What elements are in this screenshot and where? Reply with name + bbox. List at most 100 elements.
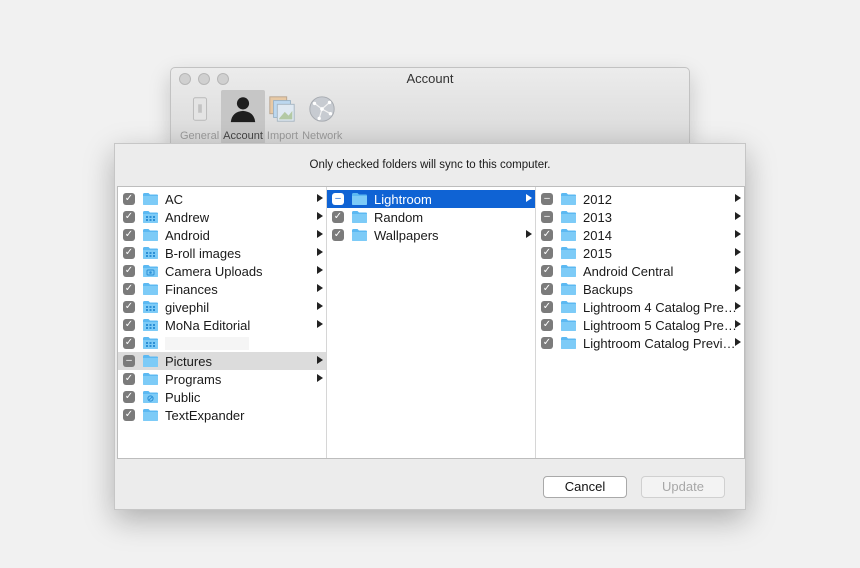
folder-icon — [561, 337, 576, 349]
folder-row[interactable]: ✓ AC — [118, 190, 326, 208]
folder-row[interactable]: ✓ Andrew — [118, 208, 326, 226]
mixed-checkbox[interactable]: – — [123, 355, 135, 367]
preferences-window: Account General Account Import Network — [170, 67, 690, 147]
sync-message: Only checked folders will sync to this c… — [309, 159, 551, 171]
folder-label: B-roll images — [165, 245, 241, 261]
disclosure-arrow-icon — [317, 356, 323, 364]
folder-icon — [561, 193, 576, 205]
folder-row[interactable]: ✓ Android — [118, 226, 326, 244]
folder-row[interactable]: ✓ Lightroom Catalog Previ… — [536, 334, 744, 352]
checkbox[interactable]: ✓ — [541, 229, 553, 241]
toolbar-item-general[interactable]: General — [178, 90, 221, 144]
checkbox[interactable]: ✓ — [123, 301, 135, 313]
checkbox[interactable]: ✓ — [123, 265, 135, 277]
folder-row[interactable]: ✓ Lightroom 5 Catalog Pre… — [536, 316, 744, 334]
checkbox[interactable]: ✓ — [123, 391, 135, 403]
folder-row[interactable]: ✓ Wallpapers — [327, 226, 535, 244]
folder-column-3[interactable]: – 2012 – 2013 ✓ 2014 ✓ 2015 ✓ Android Central ✓ Bac… — [536, 187, 744, 458]
disclosure-arrow-icon — [526, 230, 532, 238]
folder-row[interactable]: ✓ TextExpander — [118, 406, 326, 424]
folder-row[interactable]: ✓ 2015 — [536, 244, 744, 262]
folder-label: 2013 — [583, 209, 612, 225]
checkbox[interactable]: ✓ — [123, 229, 135, 241]
toolbar-item-account[interactable]: Account — [221, 90, 265, 144]
folder-row[interactable]: ✓ 2014 — [536, 226, 744, 244]
disclosure-arrow-icon — [317, 320, 323, 328]
folder-icon — [143, 283, 158, 295]
folder-label: 2012 — [583, 191, 612, 207]
folder-icon — [352, 229, 367, 241]
folder-icon — [561, 265, 576, 277]
folder-row[interactable]: – 2012 — [536, 190, 744, 208]
mixed-checkbox[interactable]: – — [541, 211, 553, 223]
cancel-button[interactable]: Cancel — [543, 476, 627, 498]
disclosure-arrow-icon — [735, 320, 741, 328]
update-button[interactable]: Update — [641, 476, 725, 498]
folder-icon — [143, 409, 158, 421]
checkbox[interactable]: ✓ — [123, 373, 135, 385]
folder-label: Finances — [165, 281, 218, 297]
folder-icon — [561, 301, 576, 313]
folder-column-2[interactable]: – Lightroom ✓ Random ✓ Wallpapers — [327, 187, 536, 458]
folder-row[interactable]: – Lightroom — [327, 190, 535, 208]
folder-row[interactable]: ✓ Programs — [118, 370, 326, 388]
folder-label: Lightroom 4 Catalog Pre… — [583, 299, 737, 315]
folder-row[interactable]: ✓ Android Central — [536, 262, 744, 280]
checkbox[interactable]: ✓ — [541, 265, 553, 277]
mixed-checkbox[interactable]: – — [541, 193, 553, 205]
folder-row[interactable]: ✓ givephil — [118, 298, 326, 316]
folder-row[interactable]: – 2013 — [536, 208, 744, 226]
folder-row[interactable]: ✓ — [118, 334, 326, 352]
mixed-checkbox[interactable]: – — [332, 193, 344, 205]
checkbox[interactable]: ✓ — [541, 247, 553, 259]
checkbox[interactable]: ✓ — [123, 283, 135, 295]
folder-row[interactable]: ✓ Random — [327, 208, 535, 226]
disclosure-arrow-icon — [317, 194, 323, 202]
checkbox[interactable]: ✓ — [123, 211, 135, 223]
checkbox[interactable]: ✓ — [541, 301, 553, 313]
folder-label: 2014 — [583, 227, 612, 243]
window-title: Account — [406, 71, 454, 86]
toolbar-item-import[interactable]: Import — [265, 90, 300, 144]
folder-row[interactable]: ✓ B-roll images — [118, 244, 326, 262]
toolbar-item-label: Network — [302, 130, 343, 142]
folder-label: Programs — [165, 371, 222, 387]
folder-icon — [561, 247, 576, 259]
checkbox[interactable]: ✓ — [332, 229, 344, 241]
disclosure-arrow-icon — [317, 284, 323, 292]
shared-folder-icon — [143, 211, 158, 223]
account-icon — [228, 94, 258, 127]
folder-row[interactable]: – Pictures — [118, 352, 326, 370]
folder-icon — [143, 193, 158, 205]
checkbox[interactable]: ✓ — [123, 337, 135, 349]
folder-icon — [561, 229, 576, 241]
folder-icon — [561, 283, 576, 295]
checkbox[interactable]: ✓ — [541, 337, 553, 349]
folder-row[interactable]: ✓ Public — [118, 388, 326, 406]
folder-column-1[interactable]: ✓ AC ✓ Andrew ✓ Android ✓ B-roll images ✓ Camera … — [118, 187, 327, 458]
folder-row[interactable]: ✓ Finances — [118, 280, 326, 298]
disclosure-arrow-icon — [317, 302, 323, 310]
disclosure-arrow-icon — [735, 248, 741, 256]
disclosure-arrow-icon — [735, 338, 741, 346]
folder-row[interactable]: ✓ Backups — [536, 280, 744, 298]
checkbox[interactable]: ✓ — [541, 283, 553, 295]
public-folder-icon — [143, 391, 158, 403]
folder-icon — [561, 319, 576, 331]
checkbox[interactable]: ✓ — [541, 319, 553, 331]
checkbox[interactable]: ✓ — [123, 409, 135, 421]
checkbox[interactable]: ✓ — [123, 193, 135, 205]
folder-icon — [143, 229, 158, 241]
folder-row[interactable]: ✓ Camera Uploads — [118, 262, 326, 280]
folder-icon — [143, 373, 158, 385]
folder-label: Pictures — [165, 353, 212, 369]
folder-row[interactable]: ✓ Lightroom 4 Catalog Pre… — [536, 298, 744, 316]
toolbar-item-label: Import — [266, 130, 299, 142]
checkbox[interactable]: ✓ — [123, 247, 135, 259]
checkbox[interactable]: ✓ — [332, 211, 344, 223]
toolbar-item-network[interactable]: Network — [300, 90, 344, 144]
checkbox[interactable]: ✓ — [123, 319, 135, 331]
folder-icon — [352, 193, 367, 205]
disclosure-arrow-icon — [526, 194, 532, 202]
folder-row[interactable]: ✓ MoNa Editorial — [118, 316, 326, 334]
